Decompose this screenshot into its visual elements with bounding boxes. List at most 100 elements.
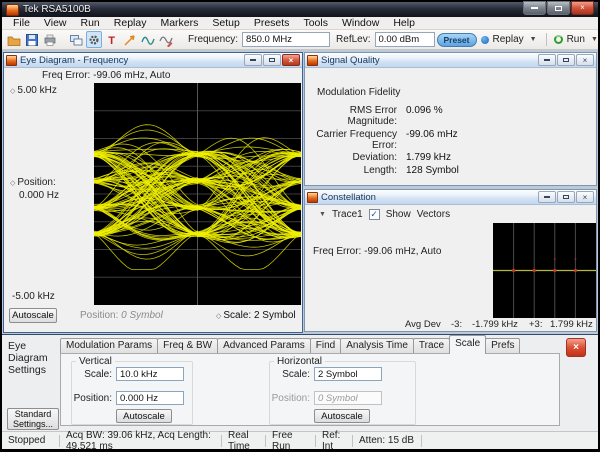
reflev-input[interactable]: [375, 32, 435, 47]
trace-selector[interactable]: Trace1: [332, 209, 363, 220]
minimize-icon[interactable]: [538, 54, 556, 66]
menu-setup[interactable]: Setup: [205, 17, 246, 29]
marker-icon[interactable]: T: [104, 31, 120, 48]
tab-modulation-params[interactable]: Modulation Params: [60, 338, 158, 354]
tab-prefs[interactable]: Prefs: [485, 338, 520, 354]
trace-edit-icon[interactable]: [158, 31, 174, 48]
standard-settings-button[interactable]: Standard Settings...: [7, 408, 59, 430]
tek-logo-icon: [6, 55, 17, 66]
constellation-plot: [493, 223, 596, 318]
preset-button[interactable]: Preset: [437, 33, 477, 47]
tab-analysis-time[interactable]: Analysis Time: [340, 338, 414, 354]
sq-row-carrier: Carrier Frequency Error: -99.06 mHz: [305, 129, 596, 151]
trace-icon[interactable]: [140, 31, 156, 48]
horizontal-position-label: Position:: [270, 393, 310, 404]
avg-dev-plus-value: 1.799 kHz: [550, 319, 593, 330]
reflev-label: RefLev:: [336, 34, 370, 45]
vertical-scale-label: Scale:: [72, 369, 112, 380]
run-button[interactable]: Run: [567, 34, 585, 45]
minimize-icon[interactable]: [244, 54, 262, 66]
workspace: Eye Diagram - Frequency Freq Error: -99.…: [2, 50, 598, 334]
app-window: Tek RSA5100B × File View Run Replay Mark…: [2, 2, 598, 448]
close-icon[interactable]: [282, 54, 300, 66]
sq-row-rms: RMS Error Magnitude: 0.096 %: [305, 105, 596, 127]
vertical-scale-input[interactable]: [116, 367, 184, 381]
horizontal-autoscale-button[interactable]: Autoscale: [314, 409, 370, 423]
menu-tools[interactable]: Tools: [296, 17, 335, 29]
chevron-down-icon[interactable]: ▼: [589, 36, 600, 43]
amplitude-icon[interactable]: [122, 31, 138, 48]
horizontal-scale-input[interactable]: [314, 367, 382, 381]
show-checkbox[interactable]: [369, 209, 380, 220]
frequency-label: Frequency:: [188, 34, 238, 45]
statusbar: Stopped Acq BW: 39.06 kHz, Acq Length: 4…: [2, 431, 598, 449]
titlebar: Tek RSA5100B ×: [2, 2, 598, 17]
settings-tabs: Modulation Params Freq & BW Advanced Par…: [60, 338, 519, 354]
settings-close-icon[interactable]: ×: [566, 338, 586, 357]
eye-position-label[interactable]: Position:0.000 Hz: [10, 177, 59, 202]
chevron-down-icon[interactable]: ▼: [528, 36, 539, 43]
open-folder-icon[interactable]: [6, 31, 22, 48]
tab-trace[interactable]: Trace: [413, 338, 450, 354]
settings-panel: Eye Diagram Settings Modulation Params F…: [2, 334, 598, 432]
eye-diagram-titlebar[interactable]: Eye Diagram - Frequency: [4, 53, 302, 68]
status-acq: Acq BW: 39.06 kHz, Acq Length: 49.521 ms: [60, 435, 222, 447]
restore-icon[interactable]: [547, 1, 570, 15]
run-icon: [554, 35, 563, 44]
minimize-icon[interactable]: [523, 1, 546, 15]
maximize-icon[interactable]: [557, 54, 575, 66]
maximize-icon[interactable]: [557, 191, 575, 203]
minimize-icon[interactable]: [538, 191, 556, 203]
show-label: Show: [386, 209, 411, 220]
vertical-group: Vertical Scale: Position: Autoscale: [71, 361, 193, 425]
signal-quality-title: Signal Quality: [321, 55, 380, 66]
avg-dev-plus-label: +3:: [529, 319, 542, 330]
menu-replay[interactable]: Replay: [107, 17, 154, 29]
sq-row-deviation: Deviation: 1.799 kHz: [305, 152, 596, 163]
vertical-position-input[interactable]: [116, 391, 184, 405]
menu-view[interactable]: View: [37, 17, 74, 29]
close-icon[interactable]: ×: [571, 1, 594, 15]
menu-help[interactable]: Help: [386, 17, 422, 29]
settings-gear-icon[interactable]: [86, 31, 102, 48]
eye-scale-top-label[interactable]: 5.00 kHz: [10, 85, 57, 96]
settings-panel-title: Eye Diagram Settings: [8, 340, 66, 376]
close-icon[interactable]: [576, 54, 594, 66]
scale-tab-page: Vertical Scale: Position: Autoscale Hori…: [60, 353, 560, 426]
eye-x-position: Position: 0 Symbol: [80, 310, 163, 321]
menu-file[interactable]: File: [6, 17, 37, 29]
eye-x-scale[interactable]: Scale: 2 Symbol: [216, 310, 296, 321]
constellation-titlebar[interactable]: Constellation: [305, 190, 596, 205]
menu-markers[interactable]: Markers: [153, 17, 205, 29]
signal-quality-titlebar[interactable]: Signal Quality: [305, 53, 596, 68]
print-icon[interactable]: [42, 31, 58, 48]
save-icon[interactable]: [24, 31, 40, 48]
autoscale-button[interactable]: Autoscale: [9, 308, 57, 323]
toolbar: T Frequency: RefLev: Preset Replay ▼ Run…: [2, 30, 598, 50]
menu-run[interactable]: Run: [74, 17, 107, 29]
constellation-window: Constellation Trace1 Show Vectors Freq E…: [304, 189, 597, 332]
eye-freq-error: Freq Error: -99.06 mHz, Auto: [42, 70, 170, 81]
status-ref: Ref: Int: [316, 435, 352, 447]
displays-icon[interactable]: [68, 31, 84, 48]
tab-advanced-params[interactable]: Advanced Params: [217, 338, 311, 354]
status-realtime: Real Time: [222, 435, 266, 447]
vectors-label[interactable]: Vectors: [417, 209, 450, 220]
avg-dev-minus-value: -1.799 kHz: [472, 319, 518, 330]
close-icon[interactable]: [576, 191, 594, 203]
tek-logo-icon: [307, 55, 318, 66]
window-title: Tek RSA5100B: [23, 4, 91, 15]
tab-find[interactable]: Find: [310, 338, 341, 354]
menu-presets[interactable]: Presets: [247, 17, 297, 29]
replay-button[interactable]: Replay: [493, 34, 524, 45]
tab-freq-bw[interactable]: Freq & BW: [157, 338, 218, 354]
trace-dropdown-icon[interactable]: [319, 211, 326, 218]
frequency-input[interactable]: [242, 32, 330, 47]
maximize-icon[interactable]: [263, 54, 281, 66]
toolbar-separator: [546, 33, 547, 46]
constellation-title: Constellation: [321, 192, 376, 203]
menu-window[interactable]: Window: [335, 17, 386, 29]
menubar: File View Run Replay Markers Setup Prese…: [2, 17, 598, 30]
vertical-autoscale-button[interactable]: Autoscale: [116, 409, 172, 423]
tab-scale[interactable]: Scale: [449, 335, 486, 354]
